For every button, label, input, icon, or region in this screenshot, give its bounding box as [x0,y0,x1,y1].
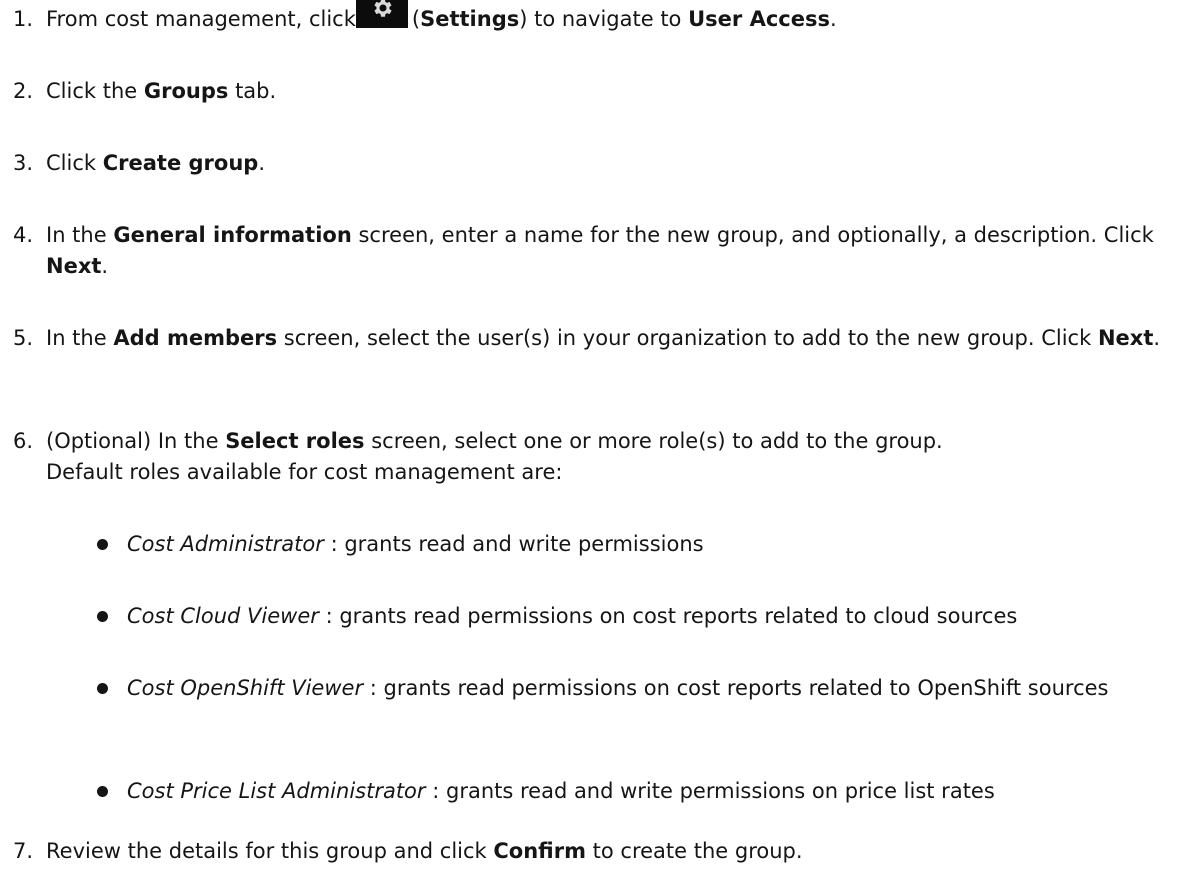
step-2: 2. Click the Groups tab. [13,76,1194,107]
role-list-item: Cost Price List Administrator : grants r… [97,776,1188,807]
role-list-item: Cost Administrator : grants read and wri… [97,529,1188,560]
role-name: Cost Price List Administrator [127,779,426,803]
role-name: Cost Administrator [127,532,324,556]
step-1: 1. From cost management, click (Settings)… [13,0,1194,35]
role-description: : grants read and write permissions [330,532,704,556]
step-number: 3. [13,151,34,175]
role-description: : grants read permissions on cost report… [369,676,1109,700]
step-7: 7. Review the details for this group and… [13,836,1194,867]
role-list-item: Cost Cloud Viewer : grants read permissi… [97,601,1188,632]
step-5: 5. In the Add members screen, select the… [13,323,1194,354]
step-number: 7. [13,839,34,863]
settings-gear-icon [355,0,408,28]
step-3: 3. Click Create group. [13,148,1194,179]
step-number: 6. [13,429,34,453]
bullet-icon [97,611,108,622]
step-text: Review the details for this group and cl… [46,839,803,863]
step-number: 2. [13,79,34,103]
role-list-item: Cost OpenShift Viewer : grants read perm… [97,673,1188,704]
step-number: 1. [13,7,34,31]
step-text: (Optional) In the Select roles screen, s… [46,429,943,484]
role-description: : grants read permissions on cost report… [325,604,1018,628]
step-number: 4. [13,223,34,247]
role-name: Cost OpenShift Viewer [127,676,364,700]
step-number: 5. [13,326,34,350]
step-text: In the Add members screen, select the us… [46,326,1161,350]
step-6: 6. (Optional) In the Select roles screen… [13,426,1194,488]
step-4: 4. In the General information screen, en… [13,220,1158,282]
step-text: Click the Groups tab. [46,79,277,103]
step-text: In the General information screen, enter… [46,223,1154,278]
step-text: From cost management, click (Settings) to… [46,0,1194,35]
bullet-icon [97,786,108,797]
step-text: Click Create group. [46,151,265,175]
role-name: Cost Cloud Viewer [127,604,319,628]
role-description: : grants read and write permissions on p… [432,779,995,803]
bullet-icon [97,683,108,694]
bullet-icon [97,539,108,550]
